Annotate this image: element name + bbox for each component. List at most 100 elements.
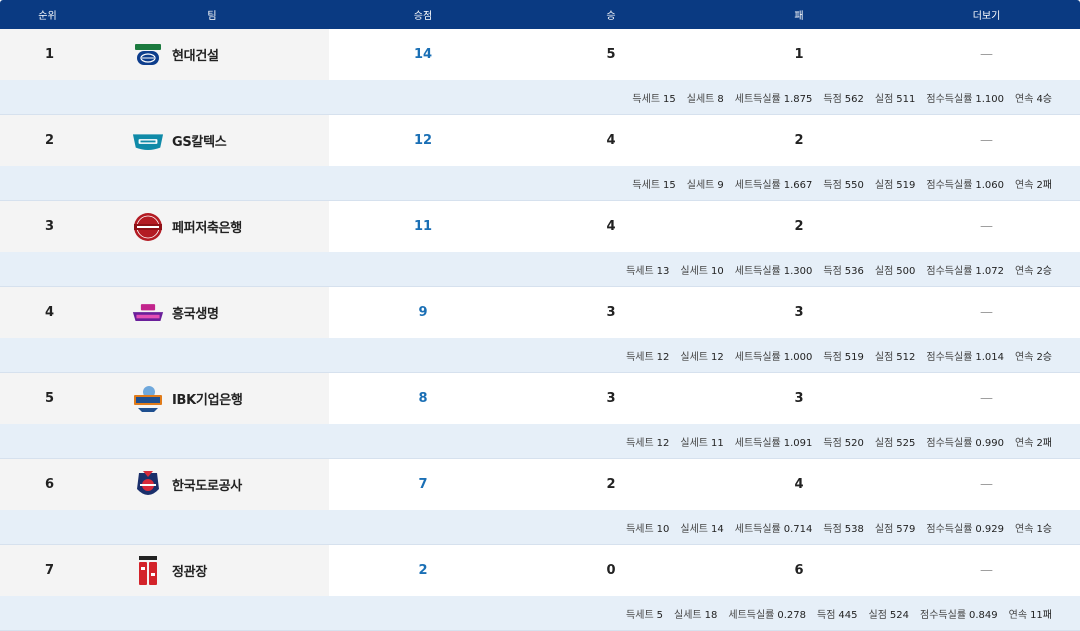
rank-value: 7 <box>45 563 55 578</box>
table-row: 4 흥국생명 9 3 3 — <box>0 287 1080 338</box>
set-ratio-stat: 세트득실률 0.278 <box>728 609 807 621</box>
wins-value: 4 <box>606 219 616 234</box>
set-ratio-stat: 세트득실률 1.875 <box>734 93 813 105</box>
more-button[interactable]: — <box>980 477 993 492</box>
header-team: 팀 <box>207 11 217 22</box>
more-button[interactable]: — <box>980 219 993 234</box>
rank-cell: 1 <box>0 29 95 80</box>
points-value: 12 <box>413 133 433 148</box>
wins-cell: 4 <box>517 115 705 166</box>
more-button[interactable]: — <box>980 305 993 320</box>
team-name[interactable]: 현대건설 <box>172 45 219 64</box>
wins-cell: 3 <box>517 287 705 338</box>
point-ratio-stat: 점수득실률 0.990 <box>926 437 1005 449</box>
red-sparks-logo <box>132 555 164 586</box>
streak-stat: 연속 11패 <box>1008 609 1052 621</box>
points-cell: 12 <box>329 115 517 166</box>
losses-value: 2 <box>794 219 804 234</box>
team-name[interactable]: 흥국생명 <box>172 303 219 322</box>
table-row: 6 한국도로공사 7 2 4 — <box>0 459 1080 510</box>
team-cell[interactable]: 정관장 <box>95 545 329 596</box>
point-ratio-stat: 점수득실률 0.849 <box>920 609 998 621</box>
header-more: 더보기 <box>972 11 1001 22</box>
points-cell: 11 <box>329 201 517 252</box>
losses-cell: 3 <box>705 287 893 338</box>
team-name[interactable]: IBK기업은행 <box>172 389 243 408</box>
pink-spiders-logo <box>132 298 164 328</box>
more-cell[interactable]: — <box>893 201 1080 252</box>
team-name[interactable]: 정관장 <box>172 561 207 580</box>
more-cell[interactable]: — <box>893 287 1080 338</box>
points-cell: 9 <box>329 287 517 338</box>
wins-cell: 0 <box>517 545 705 596</box>
more-button[interactable]: — <box>980 133 993 148</box>
sets-won-stat: 득세트 13 <box>626 265 670 277</box>
losses-value: 3 <box>794 391 804 406</box>
points-for-stat: 득점 536 <box>823 265 864 277</box>
losses-value: 2 <box>794 133 804 148</box>
sets-lost-stat: 실세트 11 <box>680 437 724 449</box>
standings-table: 순위 팀 승점 승 패 더보기 1 현대건설 14 5 1 — 득세트 15 실세… <box>0 0 1080 631</box>
sets-won-stat: 득세트 15 <box>632 93 676 105</box>
rank-value: 1 <box>45 47 55 62</box>
team-name[interactable]: 페퍼저축은행 <box>172 217 242 236</box>
wins-value: 4 <box>606 133 616 148</box>
header-wins: 승 <box>606 11 616 22</box>
sets-lost-stat: 실세트 10 <box>680 265 724 277</box>
set-ratio-stat: 세트득실률 1.300 <box>734 265 813 277</box>
peppers-logo <box>132 212 164 242</box>
table-body: 1 현대건설 14 5 1 — 득세트 15 실세트 8 세트득실률 1.875 득점… <box>0 29 1080 631</box>
wins-value: 5 <box>606 47 616 62</box>
points-cell: 8 <box>329 373 517 424</box>
points-cell: 2 <box>329 545 517 596</box>
hillstate-logo <box>132 40 164 70</box>
team-cell[interactable]: GS칼텍스 <box>95 115 329 166</box>
set-ratio-stat: 세트득실률 0.714 <box>734 523 813 535</box>
sets-lost-stat: 실세트 9 <box>686 179 724 191</box>
rank-value: 3 <box>45 219 55 234</box>
streak-stat: 연속 4승 <box>1015 93 1052 105</box>
team-cell[interactable]: 페퍼저축은행 <box>95 201 329 252</box>
more-cell[interactable]: — <box>893 545 1080 596</box>
rank-cell: 5 <box>0 373 95 424</box>
wins-value: 0 <box>606 563 616 578</box>
team-cell[interactable]: IBK기업은행 <box>95 373 329 424</box>
more-cell[interactable]: — <box>893 373 1080 424</box>
wins-value: 3 <box>606 391 616 406</box>
team-name[interactable]: GS칼텍스 <box>172 131 227 150</box>
kixx-logo <box>132 126 164 156</box>
rank-value: 4 <box>45 305 55 320</box>
points-value: 8 <box>418 391 428 406</box>
points-for-stat: 득점 445 <box>817 609 858 621</box>
more-cell[interactable]: — <box>893 115 1080 166</box>
streak-stat: 연속 2패 <box>1015 179 1052 191</box>
losses-cell: 4 <box>705 459 893 510</box>
team-cell[interactable]: 현대건설 <box>95 29 329 80</box>
table-row: 7 정관장 2 0 6 — <box>0 545 1080 596</box>
points-value: 14 <box>413 47 433 62</box>
team-cell[interactable]: 흥국생명 <box>95 287 329 338</box>
point-ratio-stat: 점수득실률 1.100 <box>926 93 1005 105</box>
team-name[interactable]: 한국도로공사 <box>172 475 242 494</box>
losses-value: 1 <box>794 47 804 62</box>
points-for-stat: 득점 562 <box>823 93 864 105</box>
sets-won-stat: 득세트 12 <box>626 437 670 449</box>
points-against-stat: 실점 511 <box>874 93 916 105</box>
streak-stat: 연속 2승 <box>1015 265 1052 277</box>
point-ratio-stat: 점수득실률 1.014 <box>926 351 1005 363</box>
sets-won-stat: 득세트 10 <box>626 523 670 535</box>
team-cell[interactable]: 한국도로공사 <box>95 459 329 510</box>
points-cell: 7 <box>329 459 517 510</box>
points-value: 11 <box>413 219 433 234</box>
more-button[interactable]: — <box>980 47 993 62</box>
rank-cell: 7 <box>0 545 95 596</box>
set-ratio-stat: 세트득실률 1.000 <box>734 351 813 363</box>
detail-row: 득세트 12 실세트 12 세트득실률 1.000 득점 519 실점 512 점수득실률… <box>0 338 1080 373</box>
points-for-stat: 득점 538 <box>823 523 864 535</box>
more-button[interactable]: — <box>980 563 993 578</box>
detail-row: 득세트 13 실세트 10 세트득실률 1.300 득점 536 실점 500 점수득실률… <box>0 252 1080 287</box>
more-button[interactable]: — <box>980 391 993 406</box>
more-cell[interactable]: — <box>893 459 1080 510</box>
rank-value: 5 <box>45 391 55 406</box>
more-cell[interactable]: — <box>893 29 1080 80</box>
